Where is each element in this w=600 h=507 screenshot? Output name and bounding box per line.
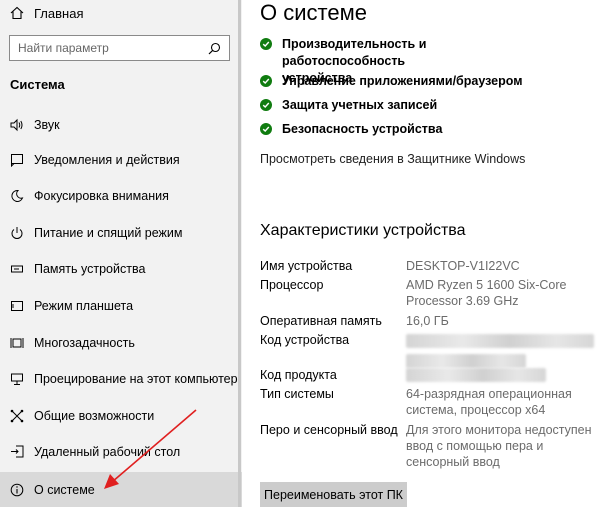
spec-key: Перо и сенсорный ввод [260, 423, 398, 437]
defender-details-link[interactable]: Просмотреть сведения в Защитнике Windows [260, 152, 525, 166]
main-content: О системе Производительность и работоспо… [242, 0, 600, 507]
spec-value: 64-разрядная операционная система, проце… [406, 387, 572, 417]
check-icon [260, 99, 272, 111]
tablet-icon [10, 299, 24, 313]
speaker-icon [10, 118, 24, 132]
device-specs-title: Характеристики устройства [260, 222, 466, 239]
sidebar-item-tablet-mode[interactable]: Режим планшета [0, 289, 242, 323]
home-icon [10, 6, 24, 20]
settings-sidebar: Главная Система Звук Уведомления и дейст… [0, 0, 242, 507]
sidebar-item-notifications[interactable]: Уведомления и действия [0, 143, 242, 177]
notification-icon [10, 153, 24, 167]
shared-icon [10, 409, 24, 423]
sidebar-item-about[interactable]: О системе [0, 472, 242, 507]
security-status-label: Безопасность устройства [282, 122, 443, 136]
security-status-label: Защита учетных записей [282, 98, 438, 112]
sidebar-item-label: Проецирование на этот компьютер [34, 372, 238, 386]
page-title: О системе [260, 0, 367, 25]
spec-key: Имя устройства [260, 259, 353, 273]
spec-key: Код устройства [260, 333, 350, 347]
sidebar-item-power[interactable]: Питание и спящий режим [0, 216, 242, 250]
security-status-item: Управление приложениями/браузером [260, 73, 523, 90]
info-icon [10, 483, 24, 497]
storage-icon [10, 262, 24, 276]
security-status-label: Управление приложениями/браузером [282, 74, 523, 88]
sidebar-item-label: Звук [34, 118, 60, 132]
power-icon [10, 226, 24, 240]
moon-icon [10, 189, 24, 203]
sidebar-item-projecting[interactable]: Проецирование на этот компьютер [0, 362, 242, 396]
sidebar-item-label: Память устройства [34, 262, 146, 276]
section-title: Система [10, 77, 65, 92]
spec-key: Тип системы [260, 387, 334, 401]
sidebar-item-remote-desktop[interactable]: Удаленный рабочий стол [0, 435, 242, 469]
sidebar-item-multitasking[interactable]: Многозадачность [0, 326, 242, 360]
remote-desktop-icon [10, 445, 24, 459]
sidebar-item-label: Многозадачность [34, 336, 135, 350]
multitask-icon [10, 336, 24, 350]
sidebar-item-label: Режим планшета [34, 299, 134, 313]
security-status-item: Защита учетных записей [260, 97, 437, 114]
check-icon [260, 38, 272, 50]
check-icon [260, 123, 272, 135]
home-label: Главная [34, 5, 84, 21]
search-input[interactable] [18, 41, 208, 55]
sidebar-item-label: Удаленный рабочий стол [34, 445, 181, 459]
rename-pc-button[interactable]: Переименовать этот ПК [260, 482, 407, 507]
spec-value: AMD Ryzen 5 1600 Six-Core Processor 3.69… [406, 278, 567, 308]
search-icon[interactable] [208, 42, 221, 55]
spec-value-redacted [406, 367, 600, 382]
search-box[interactable] [9, 35, 230, 61]
sidebar-item-sound[interactable]: Звук [0, 108, 242, 142]
sidebar-item-label: Фокусировка внимания [34, 189, 169, 203]
spec-value: DESKTOP-V1I22VC [406, 259, 520, 273]
sidebar-item-label: Общие возможности [34, 409, 155, 423]
sidebar-item-label: Уведомления и действия [34, 153, 180, 167]
sidebar-item-shared-experiences[interactable]: Общие возможности [0, 399, 242, 433]
spec-value: 16,0 ГБ [406, 314, 449, 328]
spec-key: Код продукта [260, 368, 337, 382]
sidebar-scrollbar[interactable] [238, 0, 241, 507]
sidebar-item-label: Питание и спящий режим [34, 226, 183, 240]
spec-key: Процессор [260, 278, 324, 292]
home-link[interactable]: Главная [10, 4, 83, 22]
sidebar-item-focus-assist[interactable]: Фокусировка внимания [0, 179, 242, 213]
spec-key: Оперативная память [260, 314, 382, 328]
projector-icon [10, 372, 24, 386]
security-status-item: Безопасность устройства [260, 121, 442, 138]
check-icon [260, 75, 272, 87]
spec-value: Для этого монитора недоступен ввод с пом… [406, 423, 592, 469]
spec-value-redacted [406, 332, 600, 368]
sidebar-item-storage[interactable]: Память устройства [0, 252, 242, 286]
sidebar-item-label: О системе [34, 482, 95, 497]
